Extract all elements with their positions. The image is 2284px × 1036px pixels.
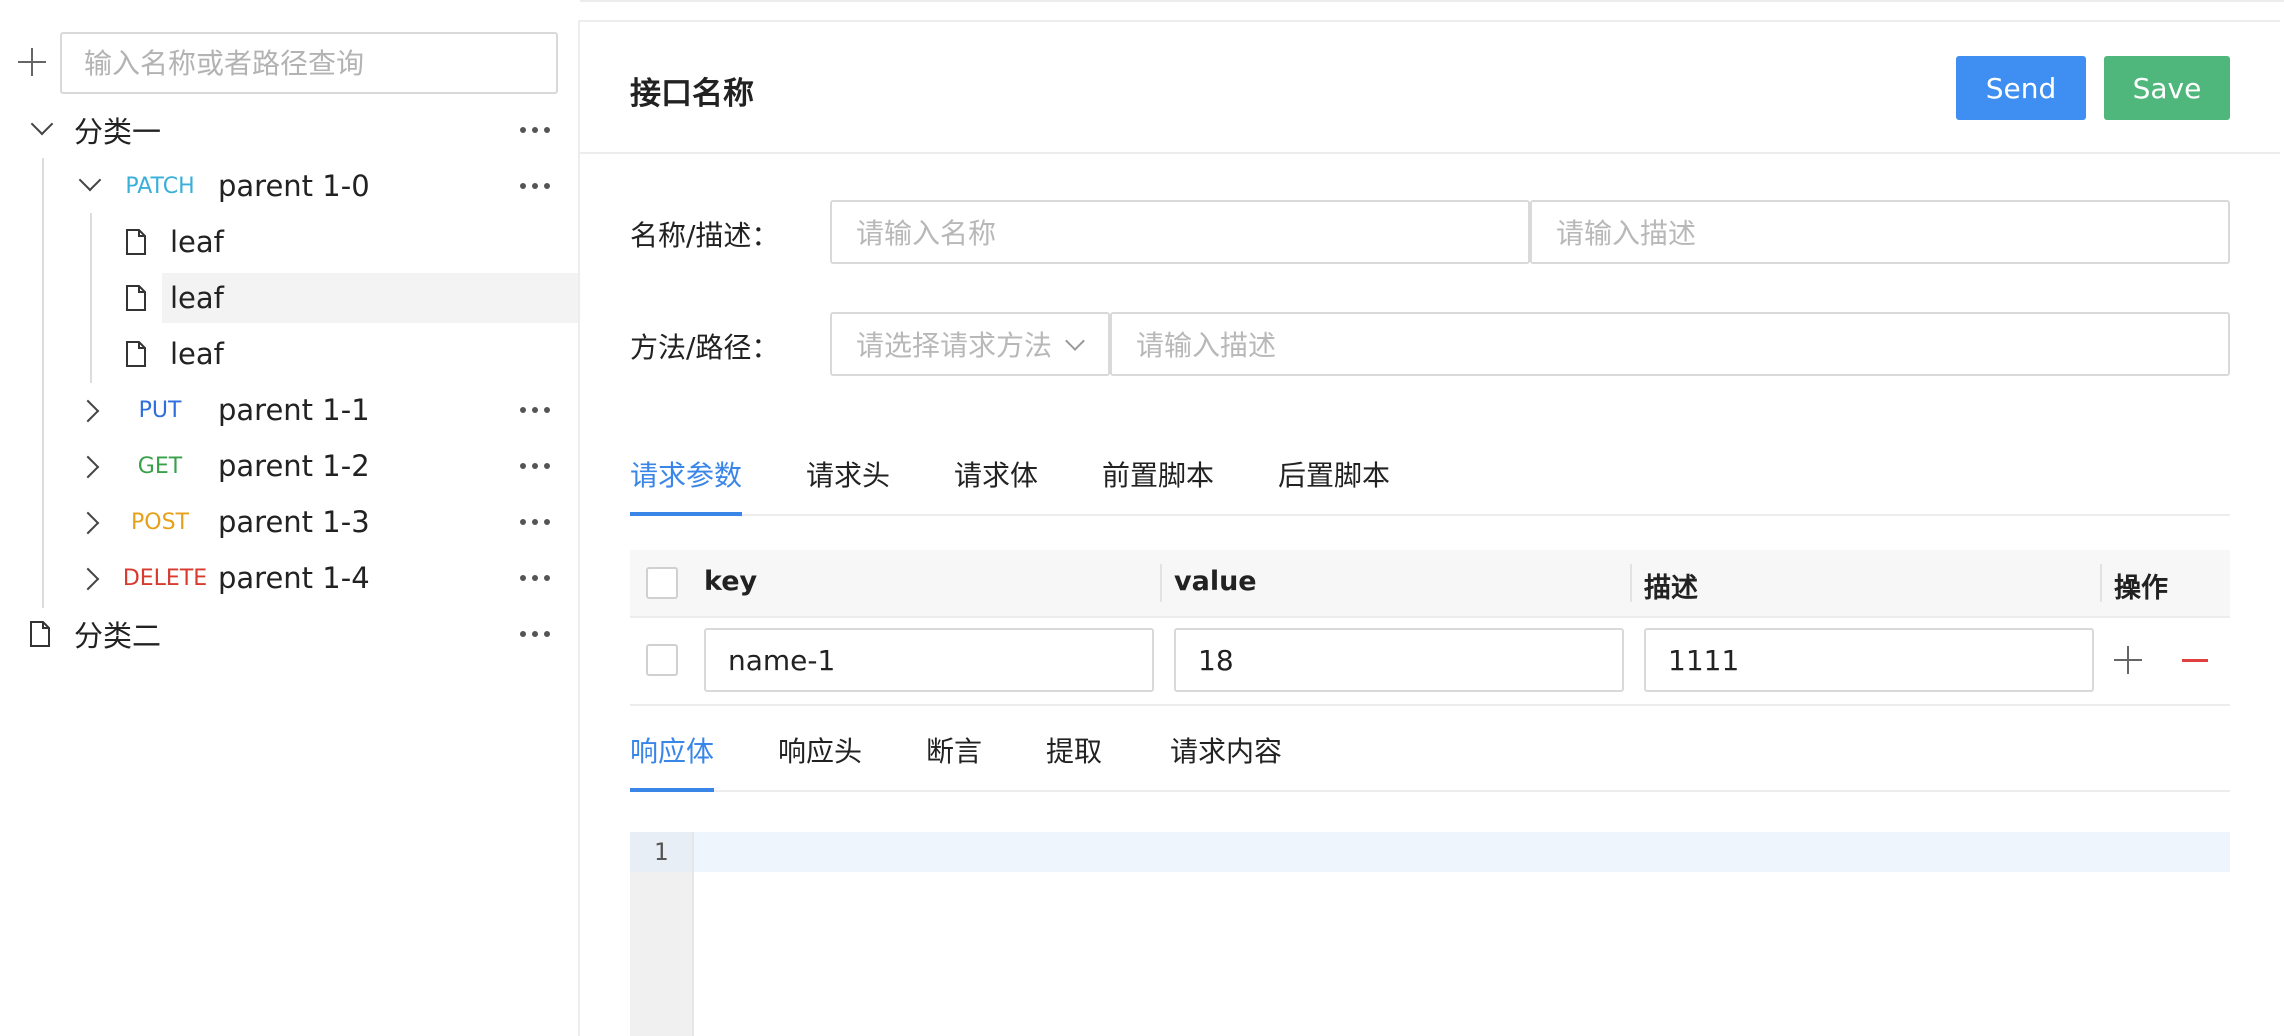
response-editor[interactable]: 1 bbox=[630, 832, 2230, 1036]
search-input[interactable] bbox=[60, 32, 558, 94]
active-tab-indicator bbox=[630, 512, 742, 516]
tree-category-2[interactable]: 分类二 bbox=[0, 606, 580, 662]
page: 分类一 PATCH parent 1-0 leaf leaf bbox=[0, 0, 2284, 1036]
tab-assertions[interactable]: 断言 bbox=[926, 730, 982, 770]
method-path-label: 方法/路径： bbox=[630, 331, 780, 364]
name-desc-label: 名称/描述： bbox=[630, 219, 780, 252]
table-row: name-1 18 1111 bbox=[630, 616, 2230, 706]
tab-request-headers[interactable]: 请求头 bbox=[806, 454, 890, 494]
method-badge-get: GET bbox=[137, 453, 183, 479]
active-tab-indicator bbox=[630, 788, 714, 792]
leaf-label: leaf bbox=[170, 281, 224, 315]
tree-item-label: parent 1-1 bbox=[218, 393, 370, 427]
chevron-down-icon[interactable] bbox=[30, 112, 54, 136]
column-divider bbox=[1160, 564, 1162, 602]
header-desc: 描述 bbox=[1644, 573, 1698, 604]
chevron-right-icon[interactable] bbox=[76, 567, 100, 591]
tree-leaf[interactable]: leaf bbox=[0, 214, 580, 270]
header-value: value bbox=[1174, 566, 1257, 597]
path-input[interactable]: 请输入描述 bbox=[1110, 312, 2230, 376]
save-button[interactable]: Save bbox=[2104, 56, 2230, 120]
method-badge-put: PUT bbox=[138, 397, 182, 423]
add-row-icon[interactable] bbox=[2114, 646, 2142, 674]
chevron-down-icon[interactable] bbox=[78, 168, 102, 192]
tree-item-parent-1-0[interactable]: PATCH parent 1-0 bbox=[0, 158, 580, 214]
leaf-label: leaf bbox=[170, 337, 224, 371]
more-icon[interactable] bbox=[520, 406, 550, 414]
category-label: 分类一 bbox=[74, 115, 162, 149]
more-icon[interactable] bbox=[520, 574, 550, 582]
leaf-label: leaf bbox=[170, 225, 224, 259]
name-input[interactable]: 请输入名称 bbox=[830, 200, 1530, 264]
sidebar: 分类一 PATCH parent 1-0 leaf leaf bbox=[0, 0, 580, 1034]
desc-placeholder: 请输入描述 bbox=[1556, 217, 1697, 250]
tree-leaf-selected[interactable]: leaf bbox=[0, 270, 580, 326]
chevron-right-icon[interactable] bbox=[76, 399, 100, 423]
more-icon[interactable] bbox=[520, 630, 550, 638]
chevron-down-icon bbox=[1065, 331, 1085, 351]
chevron-right-icon[interactable] bbox=[76, 455, 100, 479]
file-icon bbox=[126, 341, 146, 367]
tree-item-parent-1-2[interactable]: GET parent 1-2 bbox=[0, 438, 580, 494]
tree-item-parent-1-4[interactable]: DELETE parent 1-4 bbox=[0, 550, 580, 606]
tree-leaf[interactable]: leaf bbox=[0, 326, 580, 382]
line-number: 1 bbox=[630, 832, 692, 872]
table-header: key value 描述 操作 bbox=[630, 550, 2230, 618]
tab-post-script[interactable]: 后置脚本 bbox=[1278, 454, 1390, 494]
value-input[interactable]: 18 bbox=[1174, 628, 1624, 692]
tab-extract[interactable]: 提取 bbox=[1046, 730, 1102, 770]
row-checkbox[interactable] bbox=[646, 644, 678, 676]
response-tabs: 响应体 响应头 断言 提取 请求内容 bbox=[630, 720, 2230, 792]
tree-item-parent-1-3[interactable]: POST parent 1-3 bbox=[0, 494, 580, 550]
column-divider bbox=[2100, 564, 2102, 602]
more-icon[interactable] bbox=[520, 518, 550, 526]
method-badge-patch: PATCH bbox=[125, 173, 195, 199]
method-placeholder: 请选择请求方法 bbox=[856, 329, 1053, 362]
remove-row-icon[interactable] bbox=[2182, 646, 2208, 674]
file-icon bbox=[30, 621, 50, 647]
category-label: 分类二 bbox=[74, 619, 162, 653]
page-title: 接口名称 bbox=[630, 76, 754, 112]
select-all-checkbox[interactable] bbox=[646, 567, 678, 599]
tree-item-label: parent 1-3 bbox=[218, 505, 370, 539]
desc-input[interactable]: 请输入描述 bbox=[1530, 200, 2230, 264]
name-placeholder: 请输入名称 bbox=[856, 217, 997, 250]
tab-request-content[interactable]: 请求内容 bbox=[1170, 730, 1282, 770]
request-tabs: 请求参数 请求头 请求体 前置脚本 后置脚本 bbox=[630, 444, 2230, 516]
add-icon[interactable] bbox=[14, 44, 50, 80]
tree-item-label: parent 1-4 bbox=[218, 561, 370, 595]
tree-item-parent-1-1[interactable]: PUT parent 1-1 bbox=[0, 382, 580, 438]
header-bar: 接口名称 Send Save bbox=[580, 22, 2280, 154]
key-input[interactable]: name-1 bbox=[704, 628, 1154, 692]
file-icon bbox=[126, 229, 146, 255]
header-actions: 操作 bbox=[2114, 573, 2168, 604]
path-placeholder: 请输入描述 bbox=[1136, 329, 1277, 362]
tab-request-body[interactable]: 请求体 bbox=[954, 454, 1038, 494]
tab-request-params[interactable]: 请求参数 bbox=[630, 454, 742, 494]
more-icon[interactable] bbox=[520, 126, 550, 134]
send-button[interactable]: Send bbox=[1956, 56, 2086, 120]
tab-response-headers[interactable]: 响应头 bbox=[778, 730, 862, 770]
header-key: key bbox=[704, 566, 758, 597]
desc-cell-input[interactable]: 1111 bbox=[1644, 628, 2094, 692]
more-icon[interactable] bbox=[520, 462, 550, 470]
column-divider bbox=[1630, 564, 1632, 602]
method-badge-post: POST bbox=[131, 509, 189, 535]
method-badge-delete: DELETE bbox=[122, 565, 208, 591]
method-select[interactable]: 请选择请求方法 bbox=[830, 312, 1110, 376]
tab-pre-script[interactable]: 前置脚本 bbox=[1102, 454, 1214, 494]
tab-response-body[interactable]: 响应体 bbox=[630, 730, 714, 770]
main-panel: 接口名称 Send Save 名称/描述： 请输入名称 请输入描述 方法/路径：… bbox=[578, 20, 2280, 1036]
tree-item-label: parent 1-0 bbox=[218, 169, 370, 203]
active-line-highlight bbox=[694, 832, 2230, 872]
file-icon bbox=[126, 285, 146, 311]
tree-item-label: parent 1-2 bbox=[218, 449, 370, 483]
more-icon[interactable] bbox=[520, 182, 550, 190]
chevron-right-icon[interactable] bbox=[76, 511, 100, 535]
tree-category-1[interactable]: 分类一 bbox=[0, 102, 580, 158]
